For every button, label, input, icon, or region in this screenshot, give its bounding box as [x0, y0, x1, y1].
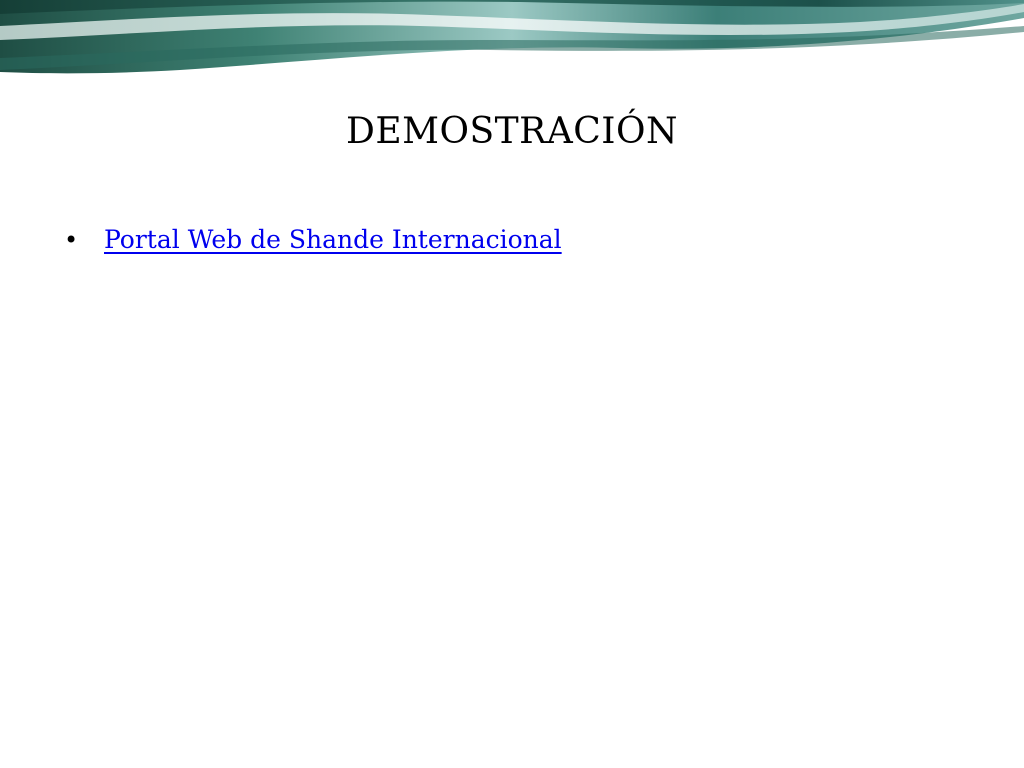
- slide: DEMOSTRACIÓN • Portal Web de Shande Inte…: [0, 0, 1024, 768]
- decorative-wave-banner: [0, 0, 1024, 78]
- slide-title: DEMOSTRACIÓN: [345, 111, 679, 152]
- portal-web-link[interactable]: Portal Web de Shande Internacional: [104, 218, 562, 262]
- bullet-list: • Portal Web de Shande Internacional: [60, 218, 960, 262]
- list-item: • Portal Web de Shande Internacional: [60, 218, 960, 262]
- bullet-point: •: [64, 226, 79, 254]
